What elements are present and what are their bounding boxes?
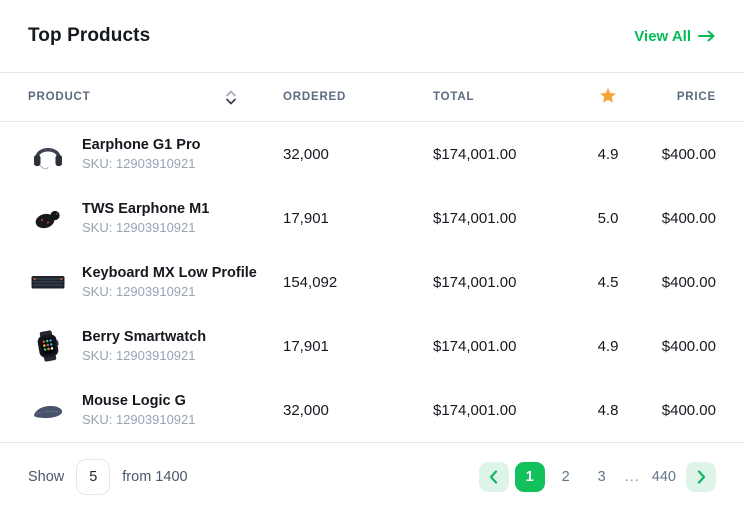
product-sku: SKU: 12903910921	[82, 220, 209, 235]
product-sku: SKU: 12903910921	[82, 348, 206, 363]
show-label: Show	[28, 469, 64, 485]
page-title: Top Products	[28, 25, 150, 47]
product-cell: Mouse Logic G SKU: 12903910921	[28, 390, 283, 430]
product-image-keyboard	[28, 262, 68, 302]
column-header-product: Product	[28, 90, 283, 105]
pagination-ellipsis: ...	[623, 469, 642, 485]
product-sku: SKU: 12903910921	[82, 156, 200, 171]
total-value: $174,001.00	[433, 146, 578, 163]
table-row[interactable]: Keyboard MX Low Profile SKU: 12903910921…	[0, 250, 744, 314]
product-image-headphones	[28, 134, 68, 174]
column-header-total: Total	[433, 91, 578, 103]
product-sku: SKU: 12903910921	[82, 412, 195, 427]
product-cell: Earphone G1 Pro SKU: 12903910921	[28, 134, 283, 174]
product-cell: TWS Earphone M1 SKU: 12903910921	[28, 198, 283, 238]
card-footer: Show 5 from 1400 1 2 3 ... 440	[0, 442, 744, 511]
ordered-value: 17,901	[283, 338, 433, 355]
card-header: Top Products View All	[0, 0, 744, 72]
view-all-link[interactable]: View All	[634, 28, 716, 45]
product-cell: Berry Smartwatch SKU: 12903910921	[28, 326, 283, 366]
page-size-select[interactable]: 5	[76, 459, 110, 495]
page-button-3[interactable]: 3	[587, 462, 617, 492]
arrow-right-icon	[698, 30, 716, 42]
product-sku: SKU: 12903910921	[82, 284, 257, 299]
price-value: $400.00	[638, 274, 716, 291]
table-row[interactable]: Mouse Logic G SKU: 12903910921 32,000 $1…	[0, 378, 744, 442]
from-label: from 1400	[122, 469, 187, 485]
product-image-earbuds	[28, 198, 68, 238]
column-header-price: Price	[638, 91, 716, 103]
product-name: Berry Smartwatch	[82, 329, 206, 345]
ordered-value: 17,901	[283, 210, 433, 227]
ordered-value: 154,092	[283, 274, 433, 291]
table-row[interactable]: Earphone G1 Pro SKU: 12903910921 32,000 …	[0, 122, 744, 186]
price-value: $400.00	[638, 210, 716, 227]
table-row[interactable]: TWS Earphone M1 SKU: 12903910921 17,901 …	[0, 186, 744, 250]
view-all-label: View All	[634, 28, 691, 45]
sort-icon[interactable]	[225, 90, 237, 105]
product-image-smartwatch	[28, 326, 68, 366]
price-value: $400.00	[638, 402, 716, 419]
column-header-product-label: Product	[28, 91, 91, 103]
page-button-440[interactable]: 440	[648, 462, 680, 492]
star-icon	[599, 87, 617, 107]
total-value: $174,001.00	[433, 210, 578, 227]
page-button-1[interactable]: 1	[515, 462, 545, 492]
column-header-rating	[578, 87, 638, 107]
price-value: $400.00	[638, 146, 716, 163]
table-header-row: Product Ordered Total Price	[0, 72, 744, 122]
column-header-ordered: Ordered	[283, 91, 433, 103]
rating-value: 4.5	[578, 274, 638, 291]
rating-value: 4.9	[578, 338, 638, 355]
total-value: $174,001.00	[433, 402, 578, 419]
product-name: Mouse Logic G	[82, 393, 195, 409]
product-name: TWS Earphone M1	[82, 201, 209, 217]
product-name: Earphone G1 Pro	[82, 137, 200, 153]
rating-value: 5.0	[578, 210, 638, 227]
rating-value: 4.9	[578, 146, 638, 163]
product-image-mouse	[28, 390, 68, 430]
page-button-2[interactable]: 2	[551, 462, 581, 492]
product-name: Keyboard MX Low Profile	[82, 265, 257, 281]
ordered-value: 32,000	[283, 146, 433, 163]
total-value: $174,001.00	[433, 274, 578, 291]
top-products-card: Top Products View All Product Ordered To…	[0, 0, 744, 511]
table-row[interactable]: Berry Smartwatch SKU: 12903910921 17,901…	[0, 314, 744, 378]
table-body: Earphone G1 Pro SKU: 12903910921 32,000 …	[0, 122, 744, 442]
total-value: $174,001.00	[433, 338, 578, 355]
rating-value: 4.8	[578, 402, 638, 419]
product-cell: Keyboard MX Low Profile SKU: 12903910921	[28, 262, 283, 302]
ordered-value: 32,000	[283, 402, 433, 419]
price-value: $400.00	[638, 338, 716, 355]
page-size-control: Show 5 from 1400	[28, 459, 188, 495]
prev-page-button[interactable]	[479, 462, 509, 492]
pagination: 1 2 3 ... 440	[479, 462, 716, 492]
next-page-button[interactable]	[686, 462, 716, 492]
